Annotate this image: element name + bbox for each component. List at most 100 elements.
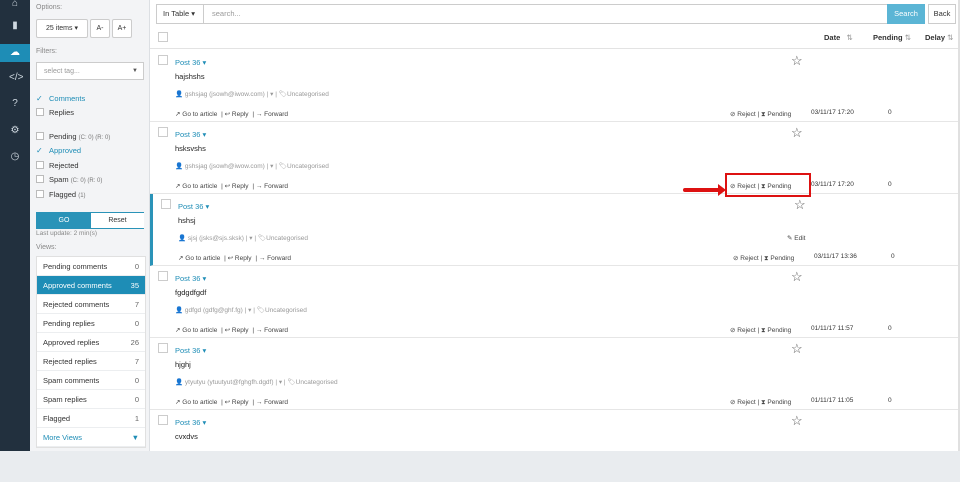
forward-button[interactable]: → Forward <box>256 327 289 334</box>
checkbox[interactable] <box>36 132 44 140</box>
comment-date: 03/11/17 17:20 <box>811 181 854 188</box>
star-icon[interactable]: ☆ <box>791 413 803 429</box>
go-to-article-button[interactable]: ↗ Go to article <box>175 111 218 118</box>
view-pending-comments[interactable]: Pending comments 0 <box>37 257 145 276</box>
view-pending-replies[interactable]: Pending replies 0 <box>37 314 145 333</box>
reply-button[interactable]: ↩ Reply <box>228 255 253 262</box>
search-button[interactable]: Search <box>887 4 925 24</box>
check-icon: ✓ <box>36 94 43 103</box>
row-checkbox[interactable] <box>161 199 171 209</box>
post-link[interactable]: Post 36 ▾ <box>175 346 206 355</box>
view-spam-replies[interactable]: Spam replies 0 <box>37 390 145 409</box>
go-to-article-button[interactable]: ↗ Go to article <box>175 183 218 190</box>
star-icon[interactable]: ☆ <box>791 269 803 285</box>
comment-date: 03/11/17 17:20 <box>811 109 854 116</box>
post-link[interactable]: Post 36 ▾ <box>175 274 206 283</box>
view-rejected-comments[interactable]: Rejected comments 7 <box>37 295 145 314</box>
table-row: Post 36 ▾ hshsj 👤 sjsj (jsks@sjs.sksk) |… <box>150 194 960 266</box>
go-to-article-button[interactable]: ↗ Go to article <box>175 327 218 334</box>
post-link[interactable]: Post 36 ▾ <box>175 130 206 139</box>
reject-button[interactable]: ⊘ Reject <box>730 111 756 118</box>
code-icon[interactable]: </> <box>9 72 23 84</box>
dashboard-icon[interactable]: ⌂ <box>9 0 21 10</box>
go-to-article-button[interactable]: ↗ Go to article <box>178 255 221 262</box>
sort-icon[interactable]: ⇅ <box>947 33 953 42</box>
reply-button[interactable]: ↩ Reply <box>225 399 250 406</box>
pending-column-header[interactable]: Pending ⇅ <box>873 33 911 42</box>
tag-select[interactable]: select tag... ▼ <box>36 62 144 80</box>
delay-column-header[interactable]: Delay ⇅ <box>925 33 953 42</box>
comment-date: 01/11/17 11:57 <box>811 325 854 332</box>
go-to-article-button[interactable]: ↗ Go to article <box>175 399 218 406</box>
sort-icon[interactable]: ⇅ <box>842 33 853 42</box>
view-flagged[interactable]: Flagged 1 <box>37 409 145 428</box>
comment-date: 01/11/17 11:05 <box>811 397 854 404</box>
filter-pending[interactable]: Pending (C: 0) (R: 0) <box>36 131 110 143</box>
filter-replies[interactable]: Replies <box>36 107 74 119</box>
font-larger-button[interactable]: A+ <box>112 19 132 38</box>
date-column-header[interactable]: Date ⇅ <box>824 33 853 42</box>
items-per-page-select[interactable]: 25 items ▾ <box>36 19 88 38</box>
pending-button[interactable]: ⧗ Pending <box>761 327 791 334</box>
view-spam-comments[interactable]: Spam comments 0 <box>37 371 145 390</box>
comment-text: hshsj <box>178 216 196 225</box>
row-checkbox[interactable] <box>158 271 168 281</box>
search-input[interactable]: search... <box>204 4 888 24</box>
filter-comments[interactable]: ✓ Comments <box>36 93 85 105</box>
reject-button[interactable]: ⊘ Reject <box>730 399 756 406</box>
star-icon[interactable]: ☆ <box>791 125 803 141</box>
clock-icon[interactable]: ◷ <box>9 151 21 163</box>
reply-button[interactable]: ↩ Reply <box>225 183 250 190</box>
row-checkbox[interactable] <box>158 415 168 425</box>
filter-rejected[interactable]: Rejected <box>36 160 79 172</box>
comment-date: 03/11/17 13:36 <box>814 253 857 260</box>
filter-flagged[interactable]: Flagged (1) <box>36 189 86 201</box>
edit-button[interactable]: ✎ Edit <box>787 234 805 242</box>
reply-button[interactable]: ↩ Reply <box>225 111 250 118</box>
cloud-icon[interactable]: ☁ <box>0 44 30 62</box>
bar-chart-icon[interactable]: ▮ <box>9 20 21 32</box>
row-checkbox[interactable] <box>158 55 168 65</box>
checkbox[interactable] <box>36 161 44 169</box>
sort-icon[interactable]: ⇅ <box>905 33 911 42</box>
reply-button[interactable]: ↩ Reply <box>225 327 250 334</box>
view-approved-comments[interactable]: Approved comments 35 <box>37 276 145 295</box>
search-scope-select[interactable]: In Table ▾ <box>156 4 204 24</box>
forward-button[interactable]: → Forward <box>256 111 289 118</box>
reset-button[interactable]: Reset <box>91 213 144 228</box>
view-approved-replies[interactable]: Approved replies 26 <box>37 333 145 352</box>
star-icon[interactable]: ☆ <box>791 53 803 69</box>
row-checkbox[interactable] <box>158 343 168 353</box>
post-link[interactable]: Post 36 ▾ <box>175 58 206 67</box>
post-link[interactable]: Post 36 ▾ <box>178 202 209 211</box>
more-views-link[interactable]: More Views ▼ <box>37 428 145 447</box>
pending-button[interactable]: ⧗ Pending <box>764 255 794 262</box>
forward-button[interactable]: → Forward <box>259 255 292 262</box>
reject-button[interactable]: ⊘ Reject <box>730 327 756 334</box>
reject-button[interactable]: ⊘ Reject <box>733 255 759 262</box>
row-checkbox[interactable] <box>158 127 168 137</box>
row-actions: ↗ Go to article | ↩ Reply | → Forward <box>175 399 289 406</box>
checkbox[interactable] <box>36 175 44 183</box>
pending-button[interactable]: ⧗ Pending <box>761 399 791 406</box>
moderation-actions: ⊘ Reject | ⧗ Pending <box>733 255 795 262</box>
forward-button[interactable]: → Forward <box>256 399 289 406</box>
pending-button[interactable]: ⧗ Pending <box>761 111 791 118</box>
checkbox[interactable] <box>36 108 44 116</box>
filter-approved[interactable]: ✓ Approved <box>36 145 81 157</box>
select-all-checkbox[interactable] <box>158 32 168 42</box>
go-button[interactable]: GO <box>37 213 91 228</box>
help-icon[interactable]: ? <box>9 98 21 110</box>
checkbox[interactable] <box>36 190 44 198</box>
pending-count: 0 <box>888 397 892 404</box>
view-rejected-replies[interactable]: Rejected replies 7 <box>37 352 145 371</box>
font-smaller-button[interactable]: A- <box>90 19 110 38</box>
filter-spam[interactable]: Spam (C: 0) (R: 0) <box>36 174 102 186</box>
post-link[interactable]: Post 36 ▾ <box>175 418 206 427</box>
star-icon[interactable]: ☆ <box>791 341 803 357</box>
forward-button[interactable]: → Forward <box>256 183 289 190</box>
gear-icon[interactable]: ⚙ <box>9 125 21 137</box>
star-icon[interactable]: ☆ <box>794 197 806 213</box>
row-actions: ↗ Go to article | ↩ Reply | → Forward <box>178 255 292 262</box>
back-button[interactable]: Back <box>928 4 956 24</box>
